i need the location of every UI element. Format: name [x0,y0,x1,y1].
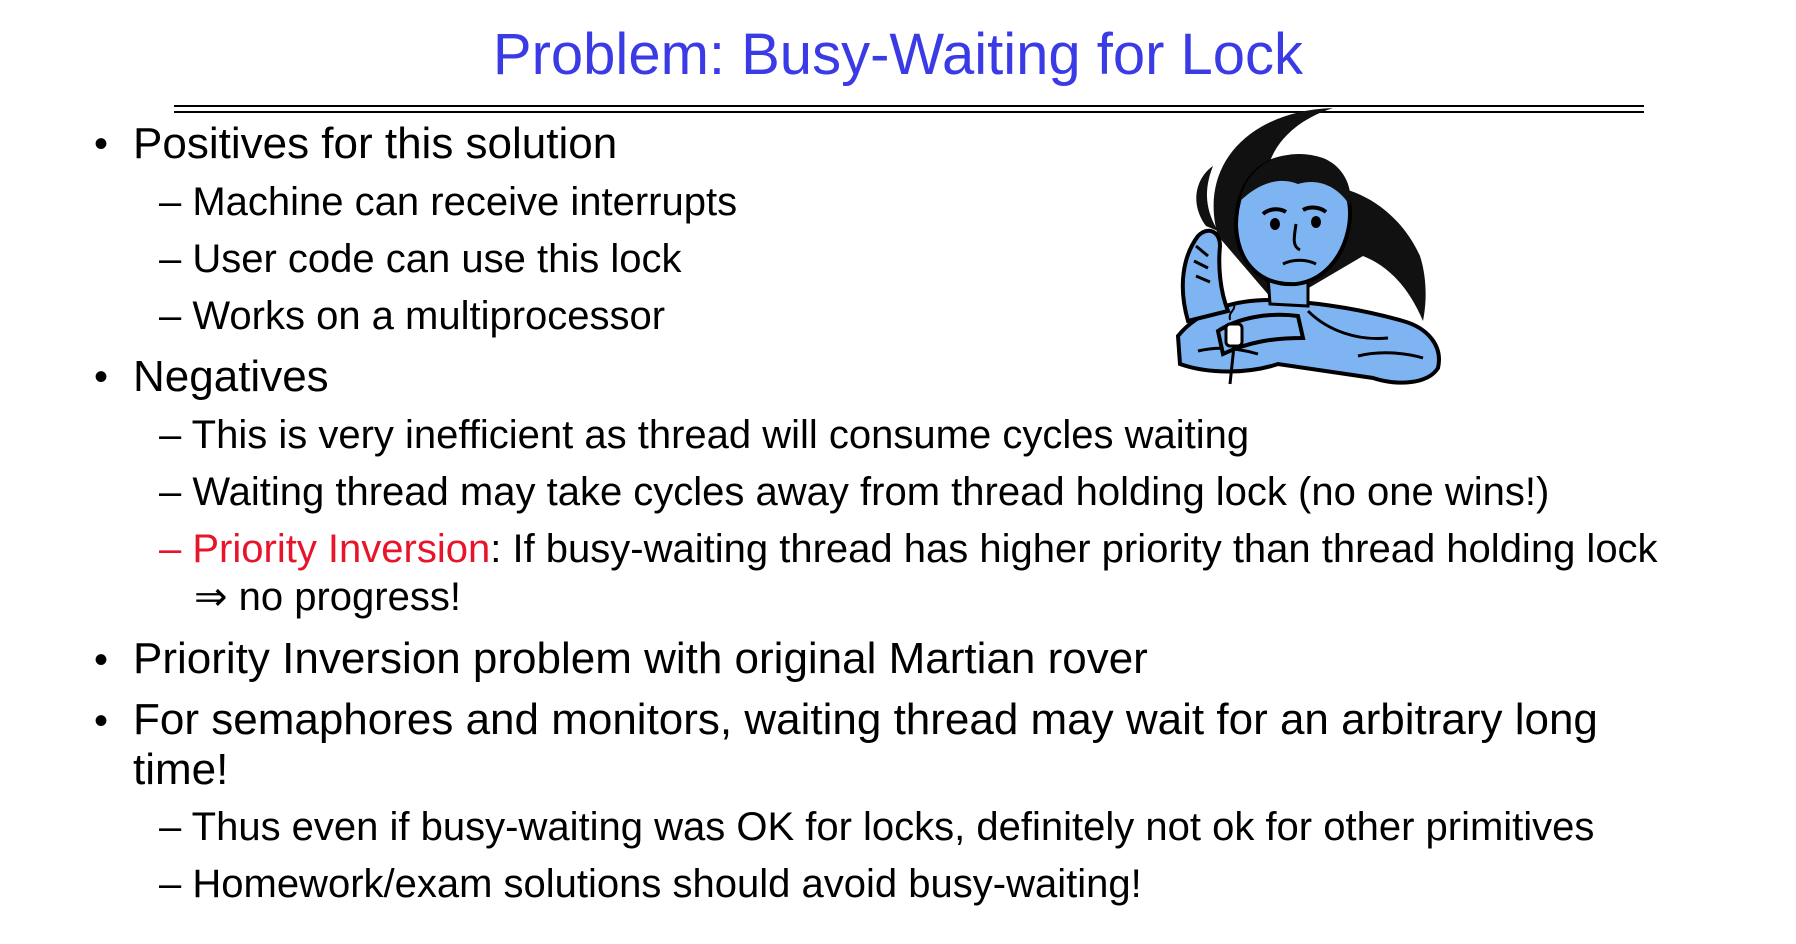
bullet-rover: • [94,638,109,682]
semaphores-item: – Homework/exam solutions should avoid b… [159,862,1142,906]
negatives-item: – This is very inefficient as thread wil… [159,413,1250,457]
waiting-man-illustration [1175,108,1441,385]
bullet-negatives: • [94,355,109,399]
priority-inversion-text: : If busy-waiting thread has higher prio… [490,527,1658,571]
positives-heading: Positives for this solution [133,119,618,168]
slide-title: Problem: Busy-Waiting for Lock [492,22,1304,87]
rover-point: Priority Inversion problem with original… [133,634,1148,683]
priority-inversion-continuation: ⇒ no progress! [194,575,461,619]
positives-item: – Machine can receive interrupts [159,180,738,224]
positives-item: – User code can use this lock [159,237,682,281]
semaphores-point-continuation: time! [133,745,229,794]
positives-item: – Works on a multiprocessor [159,294,666,338]
priority-inversion-term: – Priority Inversion [159,527,491,571]
bullet-positives: • [94,122,109,166]
negatives-item: – Waiting thread may take cycles away fr… [159,470,1550,514]
negatives-heading: Negatives [133,352,329,401]
semaphores-point: For semaphores and monitors, waiting thr… [133,695,1598,744]
semaphores-item: – Thus even if busy-waiting was OK for l… [159,805,1595,849]
bullet-semaphores: • [94,699,109,743]
priority-inversion-item: – Priority Inversion: If busy-waiting th… [159,529,1658,569]
